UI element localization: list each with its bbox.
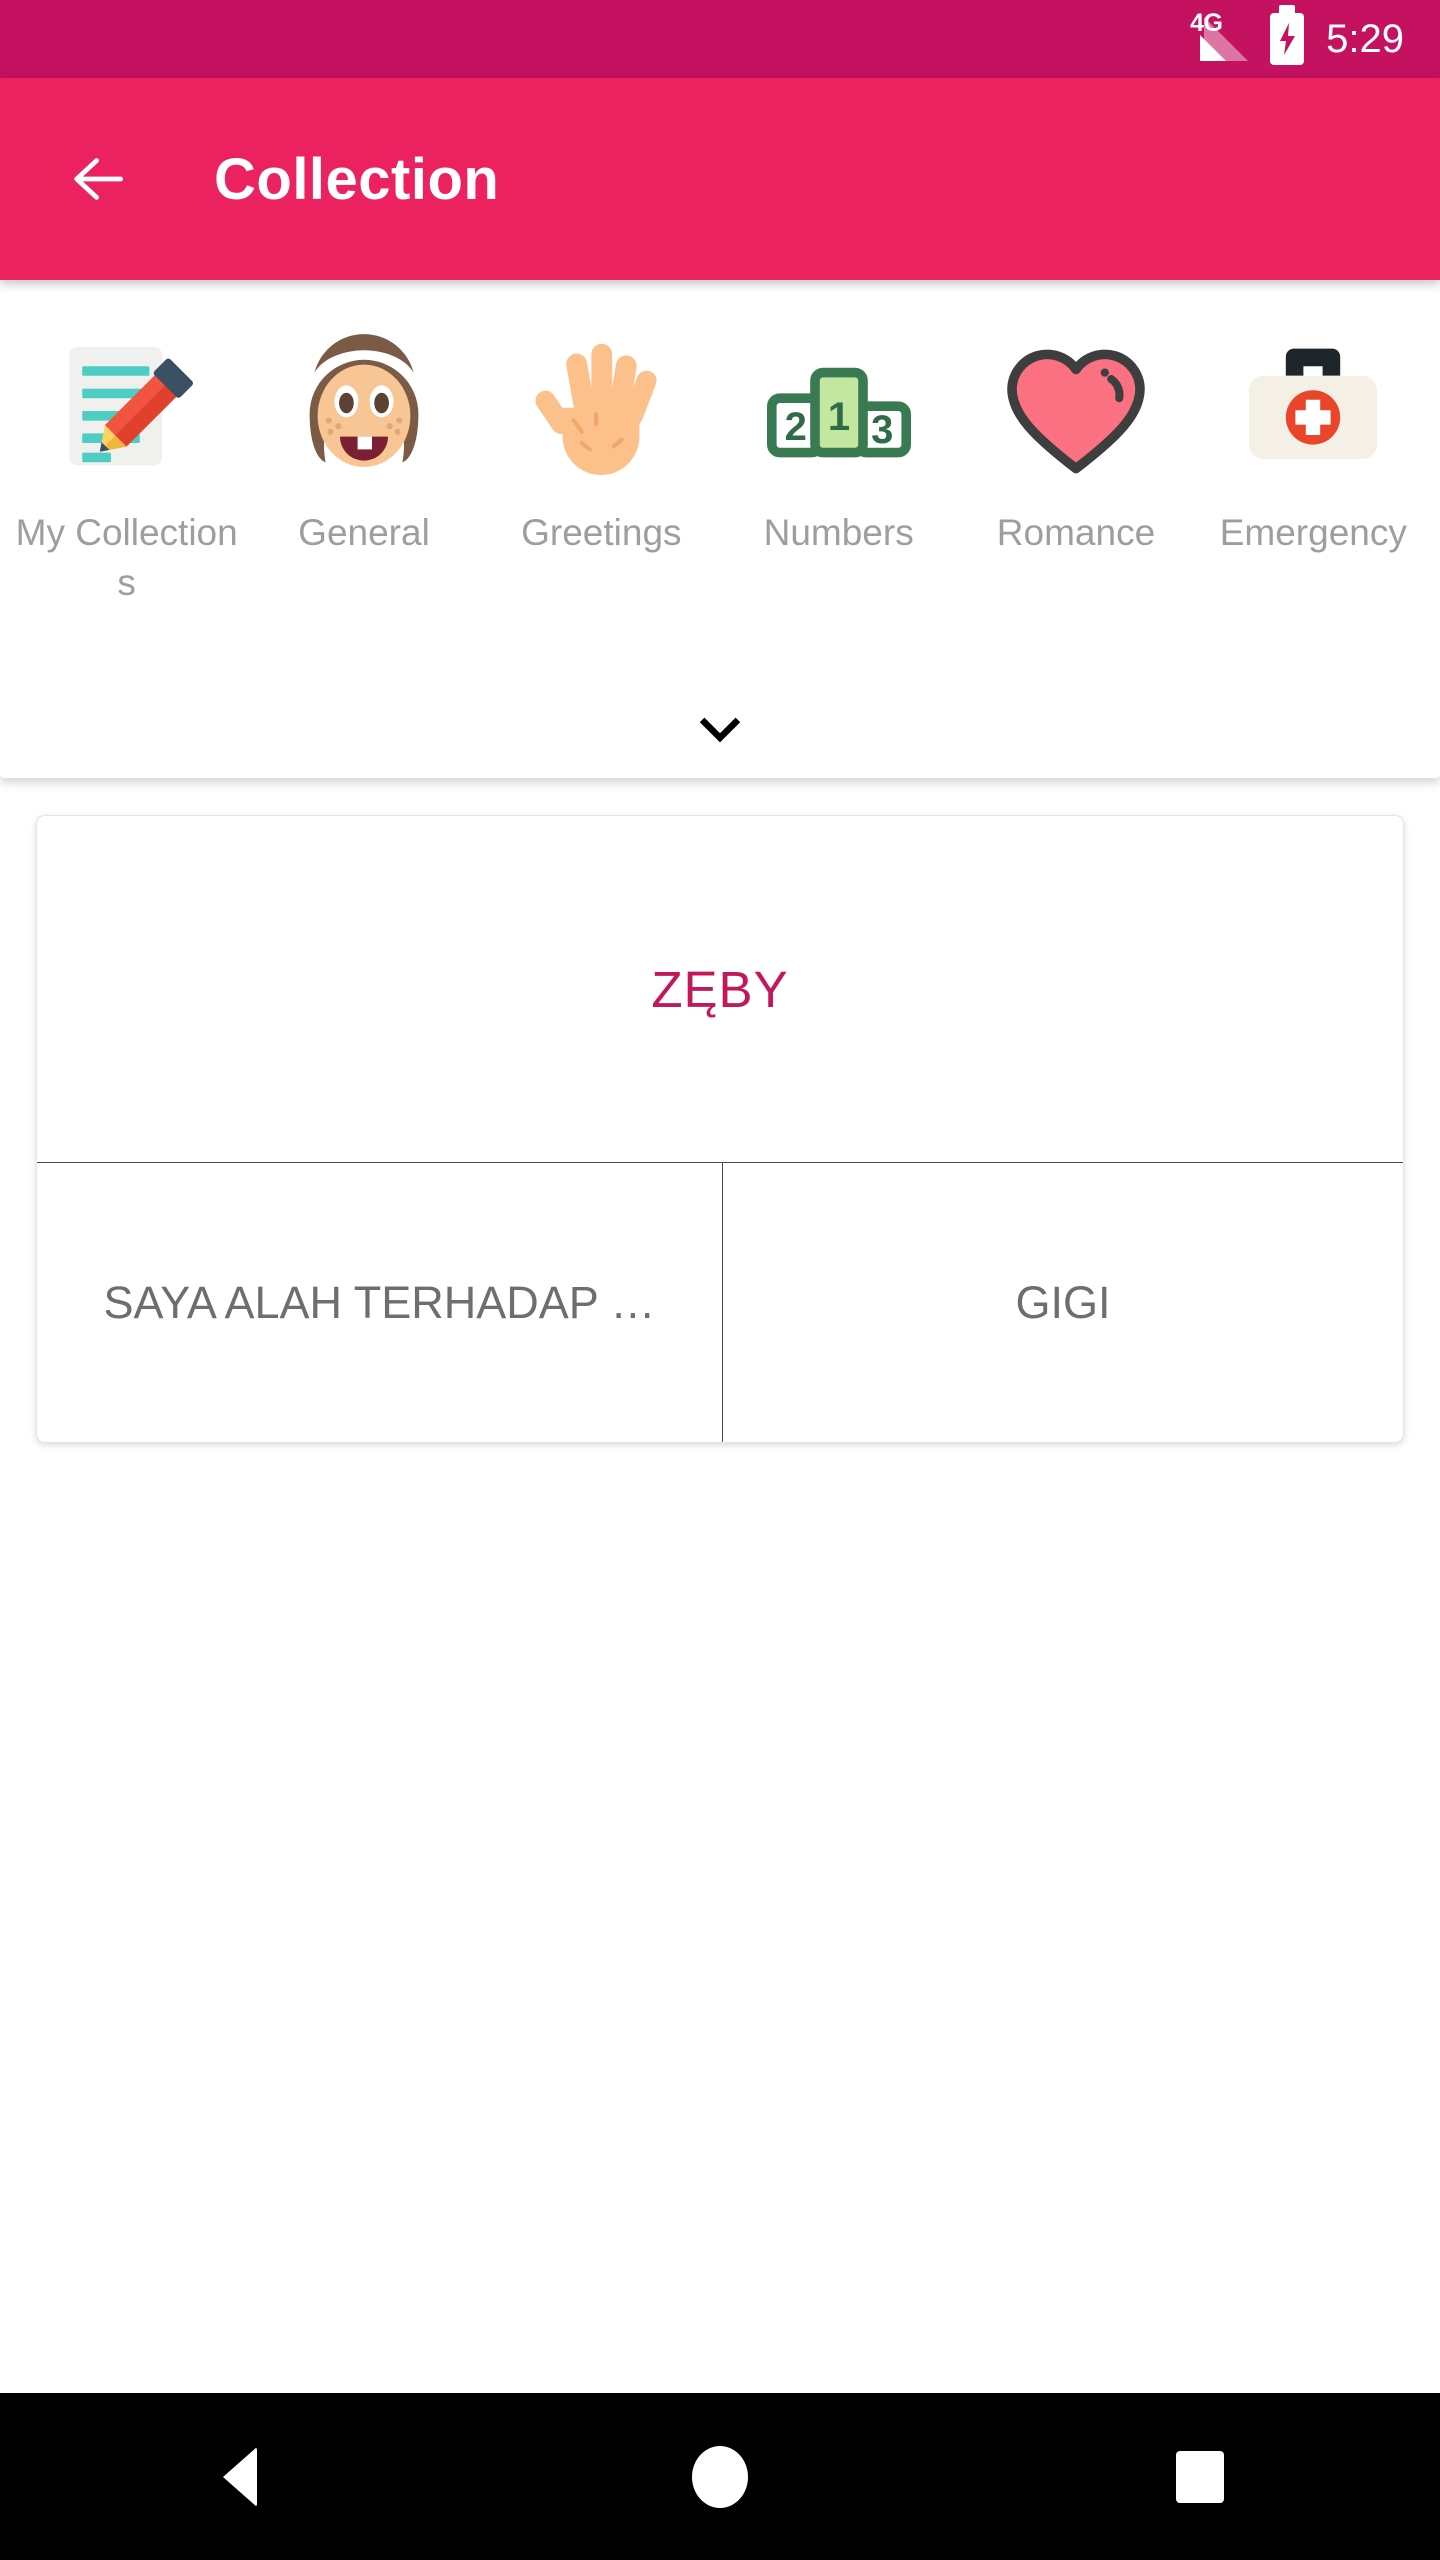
signal-triangle-filled bbox=[1200, 35, 1227, 61]
svg-text:2: 2 bbox=[784, 405, 806, 449]
signal-bars-icon: 4G bbox=[1184, 11, 1249, 65]
nav-back-icon bbox=[223, 2446, 257, 2507]
status-bar-indicators: 4G 5:29 bbox=[1184, 5, 1404, 65]
heart-icon bbox=[991, 326, 1161, 496]
translation-right-text: GIGI bbox=[1015, 1276, 1111, 1328]
nav-recents-icon bbox=[1176, 2450, 1224, 2503]
status-bar-clock: 5:29 bbox=[1326, 17, 1404, 61]
svg-text:3: 3 bbox=[871, 408, 893, 452]
battery-charging-icon bbox=[1270, 5, 1305, 65]
headword-row[interactable]: ZĘBY bbox=[37, 816, 1403, 1163]
page-title: Collection bbox=[214, 146, 500, 212]
translation-left-text: SAYA ALAH TERHADAP … bbox=[103, 1276, 656, 1328]
nav-recents-button[interactable] bbox=[1110, 2393, 1290, 2560]
phrase-entry-card[interactable]: ZĘBY SAYA ALAH TERHADAP … GIGI bbox=[36, 815, 1404, 1443]
arrow-back-icon bbox=[74, 158, 124, 200]
category-item-my-collections[interactable]: My Collections bbox=[8, 284, 245, 608]
category-list: My Collections General Greetings 2 1 3 N… bbox=[0, 284, 1440, 684]
category-item-numbers[interactable]: 2 1 3 Numbers bbox=[720, 284, 957, 558]
category-panel: My Collections General Greetings 2 1 3 N… bbox=[0, 284, 1440, 778]
category-item-emergency[interactable]: Emergency bbox=[1195, 284, 1432, 558]
translation-row: SAYA ALAH TERHADAP … GIGI bbox=[37, 1163, 1403, 1442]
phone-screen: 4G 5:29 Collection My Collections Genera… bbox=[0, 0, 1440, 2560]
expand-categories-button[interactable] bbox=[0, 682, 1440, 778]
category-label: Numbers bbox=[763, 512, 914, 553]
battery-bolt-glyph bbox=[1280, 23, 1296, 55]
category-label: Romance bbox=[996, 512, 1156, 553]
category-label: Greetings bbox=[521, 512, 682, 553]
category-label: General bbox=[298, 512, 430, 553]
category-label: My Collections bbox=[15, 512, 238, 603]
category-item-romance[interactable]: Romance bbox=[957, 284, 1194, 558]
app-bar: Collection bbox=[0, 78, 1440, 280]
raised-hand-icon bbox=[516, 326, 686, 496]
headword-text: ZĘBY bbox=[651, 960, 789, 1018]
category-label: Emergency bbox=[1219, 512, 1407, 553]
translation-cell-right[interactable]: GIGI bbox=[723, 1163, 1403, 1442]
nav-back-button[interactable] bbox=[150, 2393, 330, 2560]
android-navigation-bar bbox=[0, 2393, 1440, 2560]
category-item-general[interactable]: General bbox=[245, 284, 482, 558]
status-bar: 4G 5:29 bbox=[0, 0, 1440, 78]
nav-home-button[interactable] bbox=[630, 2393, 810, 2560]
memo-pencil-icon bbox=[42, 326, 212, 496]
svg-text:1: 1 bbox=[828, 395, 850, 439]
podium-123-icon: 2 1 3 bbox=[754, 326, 924, 496]
translation-cell-left[interactable]: SAYA ALAH TERHADAP … bbox=[37, 1163, 723, 1442]
back-button[interactable] bbox=[62, 143, 134, 215]
nav-home-icon bbox=[692, 2445, 748, 2508]
medical-bag-icon bbox=[1228, 326, 1398, 496]
girl-face-icon bbox=[279, 326, 449, 496]
category-item-greetings[interactable]: Greetings bbox=[483, 284, 720, 558]
chevron-down-icon bbox=[699, 717, 741, 743]
